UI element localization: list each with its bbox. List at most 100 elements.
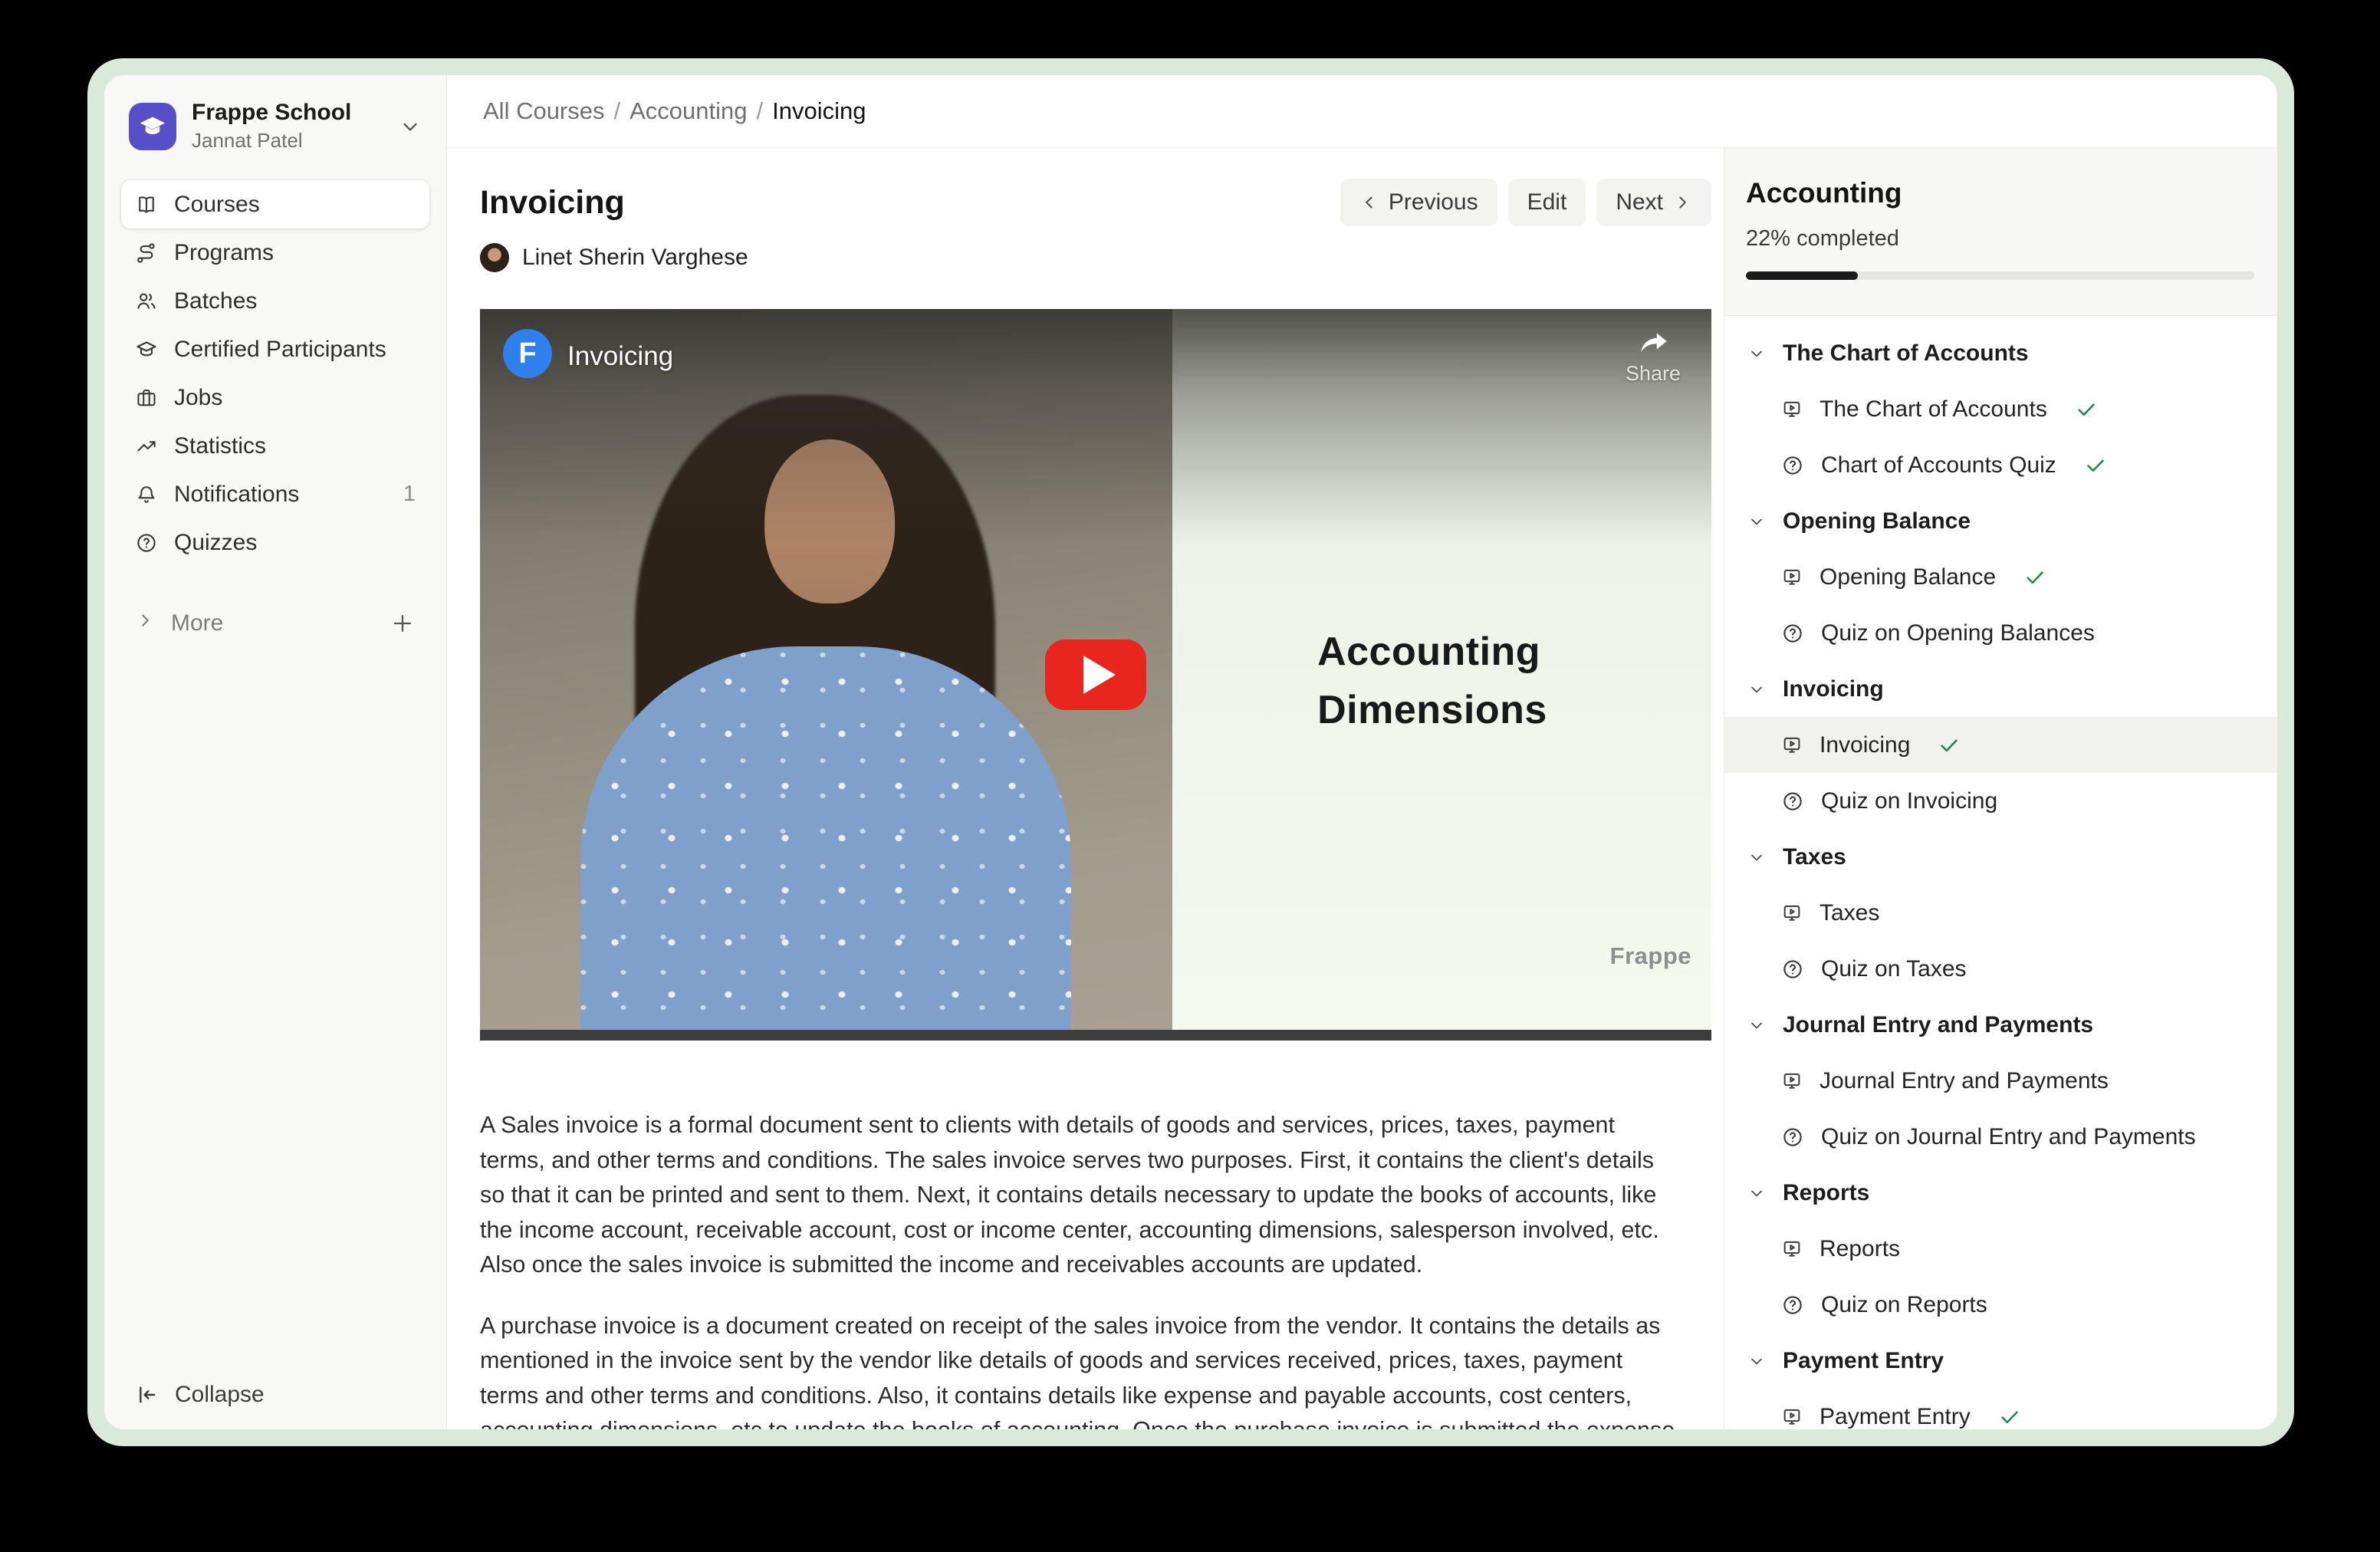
outline-quiz-quiz-on-reports[interactable]: Quiz on Reports — [1724, 1277, 2277, 1333]
sidebar-item-batches[interactable]: Batches — [121, 277, 429, 325]
chevron-down-icon — [1747, 680, 1766, 699]
previous-button[interactable]: Previous — [1340, 179, 1497, 226]
outline-item-label: Quiz on Journal Entry and Payments — [1821, 1124, 2196, 1150]
outline-lesson-the-chart-of-accounts[interactable]: The Chart of Accounts — [1724, 381, 2277, 437]
completed-check-icon — [1998, 1406, 2021, 1429]
help-circle-icon — [1781, 958, 1804, 981]
course-outline-header: Accounting 22% completed — [1724, 148, 2277, 316]
outline-section-title: Opening Balance — [1783, 508, 1971, 534]
monitor-play-icon — [1781, 735, 1803, 756]
course-outline-panel: Accounting 22% completed The Chart of Ac… — [1724, 148, 2277, 1429]
bell-icon — [135, 483, 158, 506]
sidebar-item-quizzes[interactable]: Quizzes — [121, 518, 429, 567]
sidebar-more[interactable]: More — [121, 600, 429, 646]
topbar: All Courses / Accounting / Invoicing — [447, 75, 2277, 148]
sidebar-item-statistics[interactable]: Statistics — [121, 422, 429, 470]
outline-item-label: Quiz on Taxes — [1821, 956, 1967, 982]
outline-item-label: Reports — [1820, 1236, 1900, 1262]
outline-item-label: Quiz on Reports — [1821, 1292, 1987, 1318]
page-title: Invoicing — [480, 184, 625, 222]
breadcrumb: All Courses / Accounting / Invoicing — [483, 97, 866, 125]
slide-title: Accounting Dimensions — [1317, 623, 1547, 739]
outline-item-label: Chart of Accounts Quiz — [1821, 452, 2056, 478]
sidebar: Frappe School Jannat Patel Courses Progra… — [104, 75, 447, 1429]
frappe-watermark: Frappe — [1610, 942, 1691, 970]
outline-section-invoicing[interactable]: Invoicing — [1724, 661, 2277, 717]
outline-section-reports[interactable]: Reports — [1724, 1165, 2277, 1221]
outline-section-title: Reports — [1783, 1180, 1869, 1206]
trending-up-icon — [135, 435, 158, 458]
sidebar-item-label: Notifications — [174, 482, 299, 508]
outline-quiz-quiz-on-taxes[interactable]: Quiz on Taxes — [1724, 941, 2277, 997]
monitor-play-icon — [1781, 1238, 1803, 1260]
outline-section-payment-entry[interactable]: Payment Entry — [1724, 1333, 2277, 1389]
outline-section-opening-balance[interactable]: Opening Balance — [1724, 493, 2277, 549]
breadcrumb-course[interactable]: Accounting — [630, 97, 747, 125]
breadcrumb-all-courses[interactable]: All Courses — [483, 97, 605, 125]
next-button[interactable]: Next — [1596, 179, 1711, 226]
share-button[interactable]: Share — [1626, 326, 1681, 386]
video-progress-bar[interactable] — [480, 1030, 1711, 1041]
sidebar-item-notifications[interactable]: Notifications1 — [121, 470, 429, 518]
help-circle-icon — [1781, 1126, 1804, 1149]
share-label: Share — [1626, 362, 1681, 386]
chevron-right-icon — [135, 610, 155, 636]
outline-lesson-taxes[interactable]: Taxes — [1724, 885, 2277, 941]
workspace-user: Jannat Patel — [192, 129, 383, 153]
lesson-paragraph: A Sales invoice is a formal document sen… — [480, 1108, 1682, 1283]
outline-quiz-quiz-on-opening-balances[interactable]: Quiz on Opening Balances — [1724, 605, 2277, 661]
outline-section-journal-entry-and-payments[interactable]: Journal Entry and Payments — [1724, 997, 2277, 1053]
sidebar-item-label: Certified Participants — [174, 337, 386, 363]
outline-section-title: Payment Entry — [1783, 1348, 1944, 1374]
lesson-paragraph: A purchase invoice is a document created… — [480, 1309, 1682, 1430]
youtube-channel-avatar[interactable]: F — [503, 329, 552, 378]
video-title[interactable]: Invoicing — [567, 341, 673, 372]
programs-icon — [135, 242, 158, 265]
chevron-down-icon — [399, 115, 422, 138]
monitor-play-icon — [1781, 399, 1803, 420]
outline-quiz-quiz-on-invoicing[interactable]: Quiz on Invoicing — [1724, 773, 2277, 829]
outline-item-label: Journal Entry and Payments — [1820, 1068, 2109, 1094]
author-avatar — [480, 243, 509, 272]
sidebar-item-programs[interactable]: Programs — [121, 229, 429, 277]
edit-button[interactable]: Edit — [1508, 179, 1586, 226]
briefcase-icon — [135, 386, 158, 409]
help-circle-icon — [1781, 622, 1804, 645]
sidebar-item-label: Programs — [174, 240, 274, 266]
play-button-icon[interactable] — [1045, 640, 1146, 710]
plus-icon[interactable] — [390, 610, 416, 636]
outline-quiz-chart-of-accounts-quiz[interactable]: Chart of Accounts Quiz — [1724, 437, 2277, 493]
workspace-switcher[interactable]: Frappe School Jannat Patel — [121, 95, 429, 157]
outline-section-title: Invoicing — [1783, 676, 1884, 702]
sidebar-item-courses[interactable]: Courses — [121, 180, 429, 229]
lesson-main: Invoicing Previous Edit — [447, 148, 1724, 1429]
help-circle-icon — [1781, 790, 1804, 813]
help-circle-icon — [1781, 454, 1804, 477]
sidebar-item-jobs[interactable]: Jobs — [121, 373, 429, 422]
collapse-icon — [135, 1383, 159, 1407]
outline-lesson-invoicing[interactable]: Invoicing — [1724, 717, 2277, 773]
help-circle-icon — [135, 531, 158, 554]
outline-lesson-journal-entry-and-payments[interactable]: Journal Entry and Payments — [1724, 1053, 2277, 1109]
frappe-school-logo-icon — [129, 103, 176, 150]
help-circle-icon — [1781, 1294, 1804, 1317]
video-player[interactable]: Accounting Dimensions Frappe F Invoicing… — [480, 309, 1711, 1041]
outline-section-taxes[interactable]: Taxes — [1724, 829, 2277, 885]
progress-fill — [1746, 271, 1858, 280]
chevron-down-icon — [1747, 512, 1766, 531]
sidebar-item-certified-participants[interactable]: Certified Participants — [121, 325, 429, 373]
monitor-play-icon — [1781, 1406, 1803, 1428]
outline-quiz-quiz-on-journal-entry-and-payments[interactable]: Quiz on Journal Entry and Payments — [1724, 1109, 2277, 1165]
completed-check-icon — [2023, 566, 2046, 589]
outline-section-title: Taxes — [1783, 844, 1846, 870]
collapse-sidebar-button[interactable]: Collapse — [135, 1382, 265, 1408]
outline-lesson-opening-balance[interactable]: Opening Balance — [1724, 549, 2277, 605]
chevron-down-icon — [1747, 1016, 1766, 1034]
monitor-play-icon — [1781, 1070, 1803, 1092]
course-title: Accounting — [1746, 177, 2254, 209]
outline-lesson-payment-entry[interactable]: Payment Entry — [1724, 1389, 2277, 1429]
outline-lesson-reports[interactable]: Reports — [1724, 1221, 2277, 1277]
outline-item-label: Opening Balance — [1820, 564, 1996, 590]
chevron-down-icon — [1747, 848, 1766, 866]
outline-section-the-chart-of-accounts[interactable]: The Chart of Accounts — [1724, 325, 2277, 381]
